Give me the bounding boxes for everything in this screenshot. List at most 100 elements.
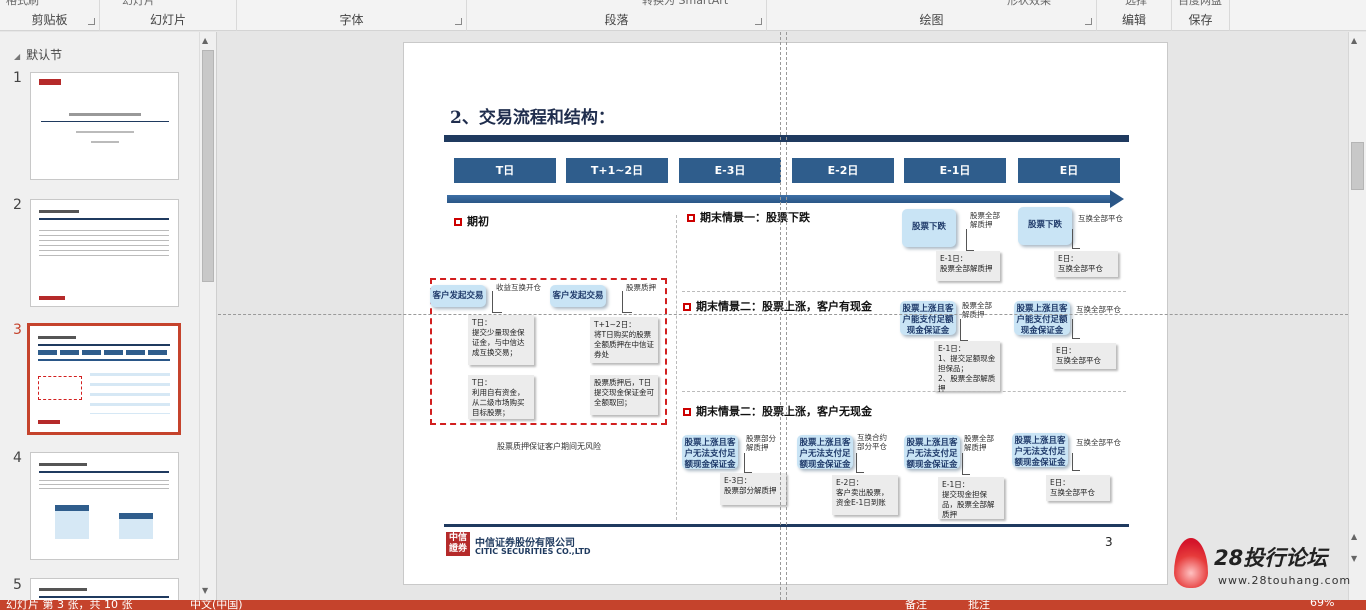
ribbon-group-editing[interactable]: 选择 编辑 xyxy=(1097,0,1172,31)
label-release-all[interactable]: 股票全部解质押 xyxy=(962,301,998,319)
dialog-launcher-icon[interactable] xyxy=(1085,18,1092,25)
bubble-up-with-cash-2[interactable]: 股票上涨且客户能支付足额现金保证金 xyxy=(1014,301,1070,336)
bubble-client-initiate-2[interactable]: 客户发起交易 xyxy=(550,285,606,307)
label-swap-close[interactable]: 互换全部平仓 xyxy=(1076,305,1124,314)
vertical-guide[interactable] xyxy=(786,32,787,600)
shape-effects-label[interactable]: 形状效果 xyxy=(1007,0,1051,8)
ribbon-group-clipboard[interactable]: 格式刷 剪贴板 xyxy=(0,0,100,31)
label-partial-release[interactable]: 股票部分解质押 xyxy=(746,434,782,452)
note-e1-cash-release[interactable]: E-1日： 1、提交足额现金担保品； 2、股票全部解质押 xyxy=(934,341,1000,393)
editor-scrollbar[interactable]: ▲ ▲ ▼ xyxy=(1348,32,1366,600)
baidu-pan-label[interactable]: 百度网盘 xyxy=(1178,0,1222,8)
bubble-up-no-cash-4[interactable]: 股票上涨且客户无法支付足额现金保证金 xyxy=(1012,433,1068,468)
reset-slide-label[interactable]: 幻灯片 xyxy=(122,0,155,8)
slide-thumbnail-2[interactable] xyxy=(30,199,179,307)
slide-count-status[interactable]: 幻灯片 第 3 张，共 10 张 xyxy=(6,600,132,610)
connector-line xyxy=(492,291,502,313)
language-status[interactable]: 中文(中国) xyxy=(190,600,243,610)
section-title[interactable]: 默认节 xyxy=(14,46,62,63)
convert-smartart-label[interactable]: 转换为 SmartArt xyxy=(642,0,728,8)
ribbon-group-paragraph[interactable]: 转换为 SmartArt 段落 xyxy=(467,0,767,31)
slide-thumbnail-1[interactable] xyxy=(30,72,179,180)
ribbon-group-label: 保存 xyxy=(1188,13,1213,27)
slide-number: 4 xyxy=(13,450,22,466)
label-partial-close[interactable]: 互换合约部分平仓 xyxy=(857,433,893,451)
slide-thumbnail-5[interactable] xyxy=(30,578,179,600)
bubble-up-with-cash-1[interactable]: 股票上涨且客户能支付足额现金保证金 xyxy=(900,301,956,336)
scroll-up-icon[interactable]: ▲ xyxy=(1351,36,1357,45)
scroll-down-icon[interactable]: ▼ xyxy=(202,586,208,595)
slide-thumbnail-pane: 默认节 1 2 3 4 5 ▲ ▼ xyxy=(0,32,217,600)
label-swap-open[interactable]: 收益互换开仓 xyxy=(496,283,541,292)
horizontal-guide[interactable] xyxy=(218,314,1348,315)
thumb-rule xyxy=(39,218,169,220)
format-painter-label[interactable]: 格式刷 xyxy=(6,0,39,8)
bubble-stock-down-2[interactable]: 股票下跌 xyxy=(1018,207,1072,245)
zoom-level[interactable]: 69% xyxy=(1310,600,1334,609)
note-e2-sell[interactable]: E-2日： 客户卖出股票，资金E-1日到账 xyxy=(832,475,898,515)
select-label[interactable]: 选择 xyxy=(1125,0,1147,8)
label-swap-close[interactable]: 互换全部平仓 xyxy=(1078,214,1126,223)
thumb-redbox xyxy=(38,376,82,400)
label-swap-close[interactable]: 互换全部平仓 xyxy=(1076,438,1124,447)
timeline-tab-e2[interactable]: E-2日 xyxy=(792,158,894,183)
ribbon-group-save[interactable]: 百度网盘 保存 xyxy=(1172,0,1230,31)
notes-button[interactable]: 备注 xyxy=(905,600,927,610)
thumb-logo xyxy=(39,296,65,300)
section-heading-case1[interactable]: 期末情景一：股票下跌 xyxy=(687,209,810,225)
scrollbar-thumb[interactable] xyxy=(1351,142,1364,190)
scrollbar-thumb[interactable] xyxy=(202,50,214,282)
comments-button[interactable]: 批注 xyxy=(968,600,990,610)
label-release-all[interactable]: 股票全部解质押 xyxy=(970,211,1006,229)
note-e-close[interactable]: E日： 互换全部平仓 xyxy=(1052,343,1116,369)
note-t-cash-margin[interactable]: T日： 提交少量现金保证金，与中信达成互换交易； xyxy=(468,315,534,365)
ribbon-group-drawing[interactable]: 形状效果 绘图 xyxy=(767,0,1097,31)
bubble-client-initiate-1[interactable]: 客户发起交易 xyxy=(430,285,486,307)
caption-no-risk[interactable]: 股票质押保证客户期间无风险 xyxy=(497,441,601,452)
vertical-guide[interactable] xyxy=(780,32,781,600)
bubble-stock-down-1[interactable]: 股票下跌 xyxy=(902,209,956,247)
section-heading-case2[interactable]: 期末情景二：股票上涨，客户有现金 xyxy=(683,298,872,314)
bubble-up-no-cash-1[interactable]: 股票上涨且客户无法支付足额现金保证金 xyxy=(682,435,738,470)
section-heading-text: 期末情景二：股票上涨，客户无现金 xyxy=(696,405,872,418)
dialog-launcher-icon[interactable] xyxy=(88,18,95,25)
note-e1-cash-release[interactable]: E-1日： 提交现金担保品，股票全部解质押 xyxy=(938,477,1004,519)
bubble-up-no-cash-3[interactable]: 股票上涨且客户无法支付足额现金保证金 xyxy=(904,435,960,470)
slide-thumbnail-3[interactable] xyxy=(27,323,181,435)
thumbnail-scrollbar[interactable]: ▲ ▼ xyxy=(199,32,216,600)
timeline-tab-e[interactable]: E日 xyxy=(1018,158,1120,183)
scroll-up-icon[interactable]: ▲ xyxy=(202,36,208,45)
timeline-tab-e3[interactable]: E-3日 xyxy=(679,158,781,183)
timeline-tab-e1[interactable]: E-1日 xyxy=(904,158,1006,183)
forum-watermark: 28投行论坛 www.28touhang.com xyxy=(1170,534,1366,600)
slide-thumbnail-4[interactable] xyxy=(30,452,179,560)
thumb-logo xyxy=(39,79,61,85)
thumb-text xyxy=(39,226,169,260)
note-t-buy-stock[interactable]: T日： 利用自有资金，从二级市场购买目标股票； xyxy=(468,375,534,419)
section-heading-text: 期末情景二：股票上涨，客户有现金 xyxy=(696,300,872,313)
ribbon-group-font[interactable]: 字体 xyxy=(237,0,467,31)
section-heading-initial[interactable]: 期初 xyxy=(454,213,489,229)
note-e-close[interactable]: E日： 互换全部平仓 xyxy=(1046,475,1110,501)
thumb-logo xyxy=(38,420,60,424)
note-e1-release[interactable]: E-1日： 股票全部解质押 xyxy=(936,251,1000,281)
slide-title[interactable]: 2、交易流程和结构： xyxy=(450,103,615,128)
timeline-tab-t[interactable]: T日 xyxy=(454,158,556,183)
note-t12-pledge[interactable]: T+1~2日： 将T日购买的股票全额质押在中信证券处 xyxy=(590,317,658,363)
ribbon-group-slides[interactable]: 幻灯片 幻灯片 xyxy=(100,0,237,31)
note-e3-partial[interactable]: E-3日： 股票部分解质押 xyxy=(720,473,786,505)
dialog-launcher-icon[interactable] xyxy=(455,18,462,25)
slide-number: 2 xyxy=(13,197,22,213)
note-margin-return[interactable]: 股票质押后，T日提交现金保证金可全额取回； xyxy=(590,375,658,415)
thumb-text xyxy=(76,131,134,133)
section-heading-case3[interactable]: 期末情景二：股票上涨，客户无现金 xyxy=(683,403,872,419)
slide-editor-canvas[interactable]: 2、交易流程和结构： T日 T+1~2日 E-3日 E-2日 E-1日 E日 期… xyxy=(218,32,1348,600)
dialog-launcher-icon[interactable] xyxy=(755,18,762,25)
page-number[interactable]: 3 xyxy=(1105,535,1113,549)
label-release-all[interactable]: 股票全部解质押 xyxy=(964,434,1000,452)
note-e-close[interactable]: E日： 互换全部平仓 xyxy=(1054,251,1118,277)
flame-logo-icon xyxy=(1174,538,1208,588)
connector-line xyxy=(1072,453,1080,471)
timeline-tab-t12[interactable]: T+1~2日 xyxy=(566,158,668,183)
bubble-up-no-cash-2[interactable]: 股票上涨且客户无法支付足额现金保证金 xyxy=(797,435,853,470)
